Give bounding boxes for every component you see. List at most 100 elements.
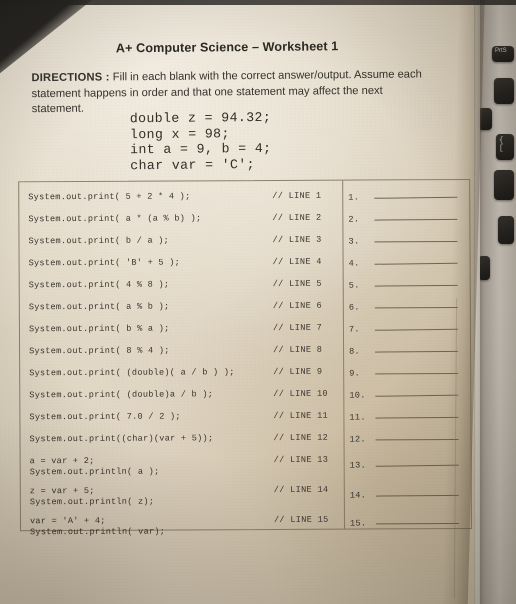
answer-row: 15.: [344, 518, 471, 529]
answer-blank[interactable]: [375, 350, 459, 353]
key-blank-upper-2[interactable]: [478, 108, 492, 130]
answer-blank[interactable]: [375, 464, 459, 467]
answer-blank[interactable]: [375, 394, 459, 397]
key-bracket-open[interactable]: { [: [496, 134, 514, 160]
line-comment: // LINE 14: [273, 484, 329, 495]
answer-number: 3.: [348, 236, 360, 247]
line-comment: // LINE 9: [273, 366, 323, 377]
line-comment: // LINE 10: [273, 388, 328, 399]
answer-blank[interactable]: [375, 438, 459, 440]
answer-row: 3.: [342, 236, 469, 247]
answer-blank[interactable]: [374, 262, 458, 265]
table-row: System.out.print( a % b ); // LINE 6: [20, 301, 343, 314]
code-statement: System.out.print( 'B' + 5 );: [28, 257, 181, 269]
variable-declarations-block: double z = 94.32; long x = 98; int a = 9…: [129, 109, 272, 174]
answer-number: 6.: [348, 302, 360, 313]
answer-row: 12.: [344, 434, 471, 445]
answer-row: 2.: [342, 214, 469, 225]
code-statement: z = var + 5; System.out.println( z);: [29, 485, 155, 508]
line-comment: // LINE 11: [273, 410, 329, 421]
answer-number: 15.: [349, 518, 367, 529]
code-statement: System.out.print( (double)a / b );: [29, 389, 214, 401]
answer-number: 13.: [349, 460, 367, 471]
worksheet-table: System.out.print( 5 + 2 * 4 );// LINE 1S…: [18, 178, 473, 538]
worksheet-photo: A+ Computer Science – Worksheet 1 DIRECT…: [0, 0, 516, 604]
line-comment: // LINE 8: [273, 344, 323, 355]
laptop-keyboard: PrtS { [: [474, 0, 516, 604]
key-print-screen[interactable]: PrtS: [492, 46, 514, 62]
answer-number: 12.: [349, 434, 366, 445]
code-statement: System.out.print( 8 % 4 );: [29, 345, 170, 357]
answer-blank[interactable]: [374, 240, 458, 242]
answer-blank[interactable]: [375, 494, 459, 497]
answer-row: 6.: [343, 302, 470, 313]
code-statement: a = var + 2; System.out.println( a );: [29, 455, 160, 478]
table-row: System.out.print( 8 % 4 ); // LINE 8: [20, 345, 343, 358]
code-statement: System.out.print( b / a );: [28, 235, 170, 247]
answer-row: 10.: [343, 390, 470, 401]
answer-blank[interactable]: [374, 196, 458, 199]
answer-number: 7.: [348, 324, 360, 335]
worksheet-content: A+ Computer Science – Worksheet 1 DIRECT…: [0, 0, 516, 604]
answer-blank[interactable]: [374, 218, 458, 221]
table-row: System.out.print((char)(var + 5)); // LIN…: [21, 433, 344, 446]
code-statement: System.out.print( a * (a % b) );: [28, 213, 202, 225]
table-row: System.out.print( 'B' + 5 ); // LINE 4: [20, 257, 343, 270]
key-blank-upper[interactable]: [494, 78, 514, 104]
answer-row: 7.: [343, 324, 470, 335]
answer-blank[interactable]: [374, 284, 458, 287]
table-row: System.out.print( b / a ); // LINE 3: [19, 235, 342, 248]
code-statement: System.out.print( b % a );: [28, 323, 170, 335]
line-comment: // LINE 6: [272, 300, 322, 311]
table-code-column: System.out.print( 5 + 2 * 4 );// LINE 1S…: [19, 181, 344, 538]
code-statement: var = 'A' + 4; System.out.println( var);: [29, 515, 166, 538]
line-comment: // LINE 15: [273, 514, 329, 525]
answer-row: 14.: [344, 490, 471, 501]
page-title: A+ Computer Science – Worksheet 1: [115, 39, 339, 56]
table-row: System.out.print( 7.0 / 2 ); // LINE 11: [20, 411, 343, 424]
answer-number: 1.: [348, 192, 360, 203]
table-row: a = var + 2; System.out.println( a ); // …: [21, 455, 344, 479]
code-statement: System.out.print( 7.0 / 2 );: [29, 411, 181, 423]
answer-row: 9.: [343, 368, 470, 379]
key-blank-mid[interactable]: [494, 170, 514, 200]
answer-number: 10.: [349, 390, 366, 401]
answer-number: 8.: [349, 346, 361, 357]
answer-blank[interactable]: [374, 306, 458, 308]
line-comment: // LINE 13: [273, 454, 329, 465]
code-statement: System.out.print( 5 + 2 * 4 );: [28, 191, 191, 203]
answer-number: 4.: [348, 258, 360, 269]
answer-number: 14.: [349, 490, 367, 501]
answer-row: 13.: [344, 460, 471, 471]
answer-blank[interactable]: [375, 372, 459, 374]
line-comment: // LINE 12: [273, 432, 329, 443]
answer-number: 5.: [348, 280, 360, 291]
table-row: var = 'A' + 4; System.out.println( var);…: [21, 515, 344, 539]
line-comment: // LINE 1: [272, 190, 322, 201]
answer-number: 11.: [349, 412, 366, 423]
answer-blank[interactable]: [375, 522, 459, 524]
table-row: System.out.print( a * (a % b) ); // LINE …: [19, 213, 342, 226]
table-row: System.out.print( (double)( a / b ) ); //…: [20, 367, 343, 380]
answer-row: 1.: [342, 192, 469, 203]
answer-row: 5.: [343, 280, 470, 291]
key-print-screen-label: PrtS: [495, 48, 507, 54]
answer-number: 2.: [348, 214, 360, 225]
table-answer-column: 1. 2. 3. 4. 5. 6. 7. 8. 9. 10. 11. 12. 13. 14. 15.: [342, 180, 471, 529]
answer-number: 9.: [349, 368, 361, 379]
table-row: System.out.print( 5 + 2 * 4 ); // LINE 1: [19, 191, 342, 204]
table-row: System.out.print( 4 % 8 ); // LINE 5: [20, 279, 343, 292]
code-statement: System.out.print( 4 % 8 );: [28, 279, 170, 291]
line-comment: // LINE 3: [272, 234, 322, 245]
table-row: z = var + 5; System.out.println( z); // L…: [21, 485, 344, 509]
key-blank-lower[interactable]: [498, 216, 514, 244]
table-row: System.out.print( (double)a / b ); // LIN…: [20, 389, 343, 402]
line-comment: // LINE 2: [272, 212, 322, 223]
code-statement: System.out.print( (double)( a / b ) );: [29, 367, 235, 379]
answer-blank[interactable]: [375, 416, 459, 419]
answer-blank[interactable]: [374, 328, 458, 331]
code-statement: System.out.print((char)(var + 5));: [29, 433, 214, 445]
line-comment: // LINE 7: [272, 322, 323, 333]
answer-row: 11.: [343, 412, 470, 423]
directions-label: DIRECTIONS :: [31, 71, 110, 85]
